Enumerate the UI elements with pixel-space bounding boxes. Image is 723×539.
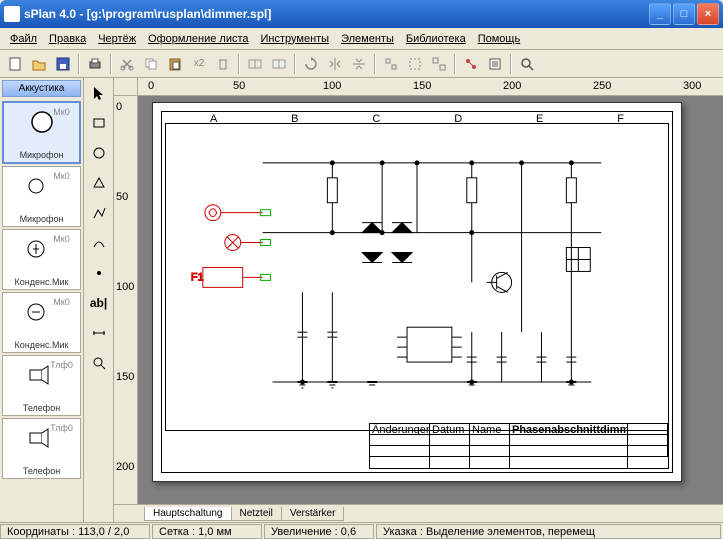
copy-button[interactable] <box>140 53 162 75</box>
palette-item[interactable]: Тлф0 Телефон <box>2 418 81 479</box>
new-button[interactable] <box>4 53 26 75</box>
delete-button[interactable] <box>212 53 234 75</box>
mirror-v-button[interactable] <box>348 53 370 75</box>
statusbar: Координаты : 113,0 / 2,0 Сетка : 1,0 мм … <box>0 522 723 539</box>
list-button[interactable] <box>484 53 506 75</box>
sheet-tab[interactable]: Netzteil <box>231 507 282 521</box>
palette-item[interactable]: Мк0 Микрофон <box>2 166 81 227</box>
menu-file[interactable]: Файл <box>4 31 43 47</box>
ungroup-button[interactable] <box>428 53 450 75</box>
toolbar: x2 <box>0 50 723 78</box>
drawing-tools: ab| <box>84 78 114 522</box>
minimize-button[interactable]: _ <box>649 3 671 25</box>
component-palette: Аккустика Мк0 Микрофон Мк0 Микрофон Мк0 … <box>0 78 84 522</box>
titlebar: sPlan 4.0 - [g:\program\rusplan\dimmer.s… <box>0 0 723 28</box>
group-button[interactable] <box>404 53 426 75</box>
point-tool[interactable] <box>88 262 110 284</box>
rotate-button[interactable] <box>300 53 322 75</box>
pointer-tool[interactable] <box>88 82 110 104</box>
app-icon <box>4 6 20 22</box>
maximize-button[interactable]: □ <box>673 3 695 25</box>
sheet-tabs: Hauptschaltung Netzteil Verstärker <box>114 504 723 522</box>
zoom-button[interactable] <box>516 53 538 75</box>
save-button[interactable] <box>52 53 74 75</box>
menu-edit[interactable]: Правка <box>43 31 92 47</box>
status-grid: Сетка : 1,0 мм <box>152 524 262 539</box>
poly-tool[interactable] <box>88 172 110 194</box>
status-zoom: Увеличение : 0,6 <box>264 524 374 539</box>
menu-page[interactable]: Оформление листа <box>142 31 254 47</box>
palette-item[interactable]: Мк0 Микрофон <box>2 101 81 164</box>
schematic-drawing[interactable]: F1 <box>173 133 661 422</box>
line-tool[interactable] <box>88 202 110 224</box>
duplicate-button[interactable]: x2 <box>188 53 210 75</box>
paste-layout-button[interactable] <box>268 53 290 75</box>
open-button[interactable] <box>28 53 50 75</box>
canvas-area: 0 50 100 150 200 250 300 0 50 100 150 20… <box>114 78 723 522</box>
status-hint: Указка : Выделение элементов, перемещ <box>376 524 721 539</box>
sheet-tab[interactable]: Verstärker <box>281 507 345 521</box>
menu-library[interactable]: Библиотека <box>400 31 472 47</box>
menu-elements[interactable]: Элементы <box>335 31 400 47</box>
rect-tool[interactable] <box>88 112 110 134</box>
text-tool[interactable]: ab| <box>88 292 110 314</box>
menu-help[interactable]: Помощь <box>472 31 527 47</box>
close-button[interactable]: × <box>697 3 719 25</box>
palette-item[interactable]: Мк0 Конденс.Мик <box>2 229 81 290</box>
copy-layout-button[interactable] <box>244 53 266 75</box>
palette-item[interactable]: Мк0 Конденс.Мик <box>2 292 81 353</box>
window-title: sPlan 4.0 - [g:\program\rusplan\dimmer.s… <box>24 7 647 21</box>
sheet-tab[interactable]: Hauptschaltung <box>144 507 232 521</box>
mirror-h-button[interactable] <box>324 53 346 75</box>
print-button[interactable] <box>84 53 106 75</box>
palette-item[interactable]: Тлф0 Телефон <box>2 355 81 416</box>
zoom-tool[interactable] <box>88 352 110 374</box>
dimension-tool[interactable] <box>88 322 110 344</box>
bezier-tool[interactable] <box>88 232 110 254</box>
menubar: Файл Правка Чертёж Оформление листа Инст… <box>0 28 723 50</box>
ruler-vertical: 0 50 100 150 200 <box>114 96 138 504</box>
title-block: Änderungen Datum Name Phasenabschnittdim… <box>369 423 669 469</box>
snap-button[interactable] <box>460 53 482 75</box>
menu-tools[interactable]: Инструменты <box>255 31 336 47</box>
svg-text:F1: F1 <box>191 271 204 283</box>
align-button[interactable] <box>380 53 402 75</box>
canvas[interactable]: ABC DEF <box>138 96 723 504</box>
status-coords: Координаты : 113,0 / 2,0 <box>0 524 150 539</box>
main-area: Аккустика Мк0 Микрофон Мк0 Микрофон Мк0 … <box>0 78 723 522</box>
menu-drawing[interactable]: Чертёж <box>92 31 142 47</box>
cut-button[interactable] <box>116 53 138 75</box>
circle-tool[interactable] <box>88 142 110 164</box>
paste-button[interactable] <box>164 53 186 75</box>
palette-category-tab[interactable]: Аккустика <box>2 80 81 97</box>
ruler-horizontal: 0 50 100 150 200 250 300 <box>114 78 723 96</box>
drawing-page[interactable]: ABC DEF <box>152 102 682 482</box>
palette-items: Мк0 Микрофон Мк0 Микрофон Мк0 Конденс.Ми… <box>0 99 83 522</box>
